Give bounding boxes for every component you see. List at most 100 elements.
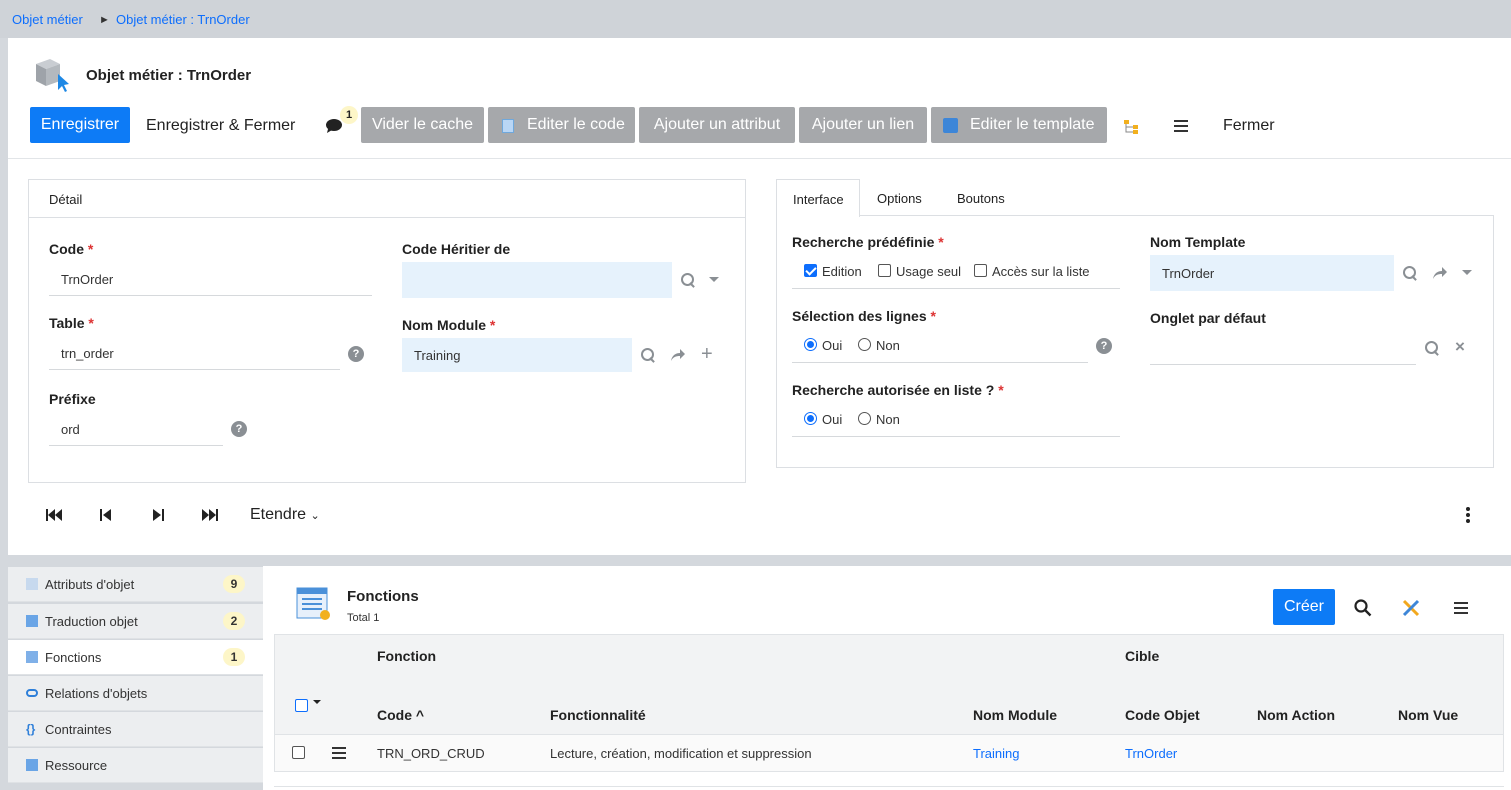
functions-search-icon[interactable] — [1354, 599, 1372, 617]
heir-dropdown-caret-icon[interactable] — [709, 277, 719, 282]
row-selection-yes-label: Oui — [822, 338, 843, 353]
functions-icon — [26, 651, 38, 663]
select-all-checkbox[interactable] — [295, 699, 308, 712]
default-tab-search-icon[interactable] — [1424, 340, 1440, 356]
sidebar-item-attributes[interactable]: Attributs d'objet 9 — [8, 567, 263, 602]
add-attribute-button[interactable]: Ajouter un attribut — [639, 107, 795, 143]
detail-panel — [28, 179, 746, 483]
breadcrumb: Objet métier ► Objet métier : TrnOrder — [0, 0, 1511, 38]
sidebar-item-resource[interactable]: Ressource — [8, 748, 263, 783]
column-header-module[interactable]: Nom Module — [973, 707, 1057, 723]
edit-template-button[interactable]: Editer le template — [931, 107, 1107, 143]
close-button[interactable]: Fermer — [1223, 117, 1275, 135]
list-search-label: Recherche autorisée en liste ? * — [792, 382, 1004, 398]
row-selection-no-radio[interactable] — [858, 338, 871, 351]
extend-dropdown[interactable]: Etendre ⌄ — [250, 506, 320, 524]
template-dropdown-caret-icon[interactable] — [1462, 270, 1472, 275]
next-record-icon[interactable] — [152, 508, 168, 522]
list-access-option-label: Accès sur la liste — [992, 264, 1090, 279]
comment-count-badge: 1 — [340, 106, 358, 124]
column-header-view[interactable]: Nom Vue — [1398, 707, 1458, 723]
table-help-icon[interactable]: ? — [348, 346, 364, 362]
code-label: Code * — [49, 241, 94, 257]
save-close-button[interactable]: Enregistrer & Fermer — [146, 117, 295, 135]
code-input[interactable]: TrnOrder — [61, 272, 113, 287]
list-access-checkbox[interactable] — [974, 264, 987, 277]
module-share-icon[interactable] — [670, 348, 686, 362]
table-bottom-divider — [274, 786, 1504, 787]
row-feature: Lecture, création, modification et suppr… — [550, 746, 812, 761]
edit-code-button[interactable]: Editer le code — [488, 107, 635, 143]
create-button[interactable]: Créer — [1273, 589, 1335, 625]
column-header-action[interactable]: Nom Action — [1257, 707, 1335, 723]
list-search-yes-label: Oui — [822, 412, 843, 427]
template-search-icon[interactable] — [1402, 265, 1418, 281]
breadcrumb-current-link[interactable]: Objet métier : TrnOrder — [116, 12, 250, 27]
sidebar-item-relations[interactable]: Relations d'objets — [8, 676, 263, 711]
row-checkbox[interactable] — [292, 746, 305, 759]
functions-list-icon — [296, 587, 332, 623]
prefix-input-underline — [49, 445, 223, 446]
last-record-icon[interactable] — [202, 508, 218, 522]
heir-search-icon[interactable] — [680, 272, 696, 288]
select-all-caret-icon[interactable] — [313, 700, 321, 704]
functions-menu-icon[interactable] — [1454, 602, 1468, 614]
code-file-icon — [502, 119, 514, 133]
group-header-function: Fonction — [377, 648, 437, 664]
page-title: Objet métier : TrnOrder — [86, 67, 252, 84]
table-label: Table * — [49, 315, 94, 331]
list-search-yes-radio[interactable] — [804, 412, 817, 425]
module-search-icon[interactable] — [640, 347, 656, 363]
tree-icon[interactable] — [1124, 120, 1139, 134]
clear-cache-button[interactable]: Vider le cache — [361, 107, 484, 143]
resource-icon — [26, 759, 38, 771]
row-selection-help-icon[interactable]: ? — [1096, 338, 1112, 354]
tools-icon[interactable] — [1402, 599, 1420, 617]
prefix-input[interactable]: ord — [61, 422, 80, 437]
row-selection-label: Sélection des lignes * — [792, 308, 936, 324]
sidebar-item-functions[interactable]: Fonctions 1 — [8, 640, 263, 675]
row-selection-yes-radio[interactable] — [804, 338, 817, 351]
prev-record-icon[interactable] — [100, 508, 116, 522]
column-header-object[interactable]: Code Objet — [1125, 707, 1200, 723]
list-search-no-radio[interactable] — [858, 412, 871, 425]
template-share-icon[interactable] — [1432, 266, 1448, 280]
module-label: Nom Module * — [402, 317, 496, 333]
sidebar-item-translation[interactable]: Traduction objet 2 — [8, 604, 263, 639]
breadcrumb-root-link[interactable]: Objet métier — [12, 12, 83, 27]
default-tab-input[interactable] — [1150, 364, 1416, 365]
default-tab-clear-icon[interactable]: × — [1455, 338, 1465, 355]
detail-panel-divider — [29, 217, 745, 218]
prefix-label: Préfixe — [49, 391, 96, 407]
edition-option-label: Edition — [822, 264, 862, 279]
template-label: Nom Template — [1150, 234, 1246, 250]
default-tab-label: Onglet par défaut — [1150, 310, 1266, 326]
module-plus-icon[interactable]: + — [701, 344, 713, 364]
prefix-help-icon[interactable]: ? — [231, 421, 247, 437]
kebab-icon[interactable] — [1466, 507, 1470, 523]
add-link-button[interactable]: Ajouter un lien — [799, 107, 927, 143]
comment-icon[interactable] — [325, 118, 343, 134]
module-input[interactable]: Training — [402, 338, 632, 372]
menu-icon[interactable] — [1174, 120, 1188, 132]
row-module-link[interactable]: Training — [973, 746, 1019, 761]
tab-buttons[interactable]: Boutons — [957, 191, 1005, 206]
template-input[interactable]: TrnOrder — [1150, 255, 1394, 291]
tab-interface[interactable]: Interface — [776, 179, 860, 217]
row-object-link[interactable]: TrnOrder — [1125, 746, 1177, 761]
tab-detail[interactable]: Détail — [49, 192, 82, 207]
predefined-search-label: Recherche prédéfinie * — [792, 234, 944, 250]
tab-options[interactable]: Options — [877, 191, 922, 206]
table-input[interactable]: trn_order — [61, 346, 114, 361]
sidebar-item-constraints[interactable]: {} Contraintes — [8, 712, 263, 747]
edition-checkbox[interactable] — [804, 264, 817, 277]
column-header-feature[interactable]: Fonctionnalité — [550, 707, 646, 723]
usage-only-checkbox[interactable] — [878, 264, 891, 277]
first-record-icon[interactable] — [46, 508, 62, 522]
column-header-code[interactable]: Code ^ — [377, 707, 424, 723]
functions-total: Total 1 — [347, 612, 380, 624]
heir-input[interactable] — [402, 262, 672, 298]
save-button[interactable]: Enregistrer — [30, 107, 130, 143]
group-header-target: Cible — [1125, 648, 1160, 664]
row-menu-icon[interactable] — [332, 747, 346, 759]
